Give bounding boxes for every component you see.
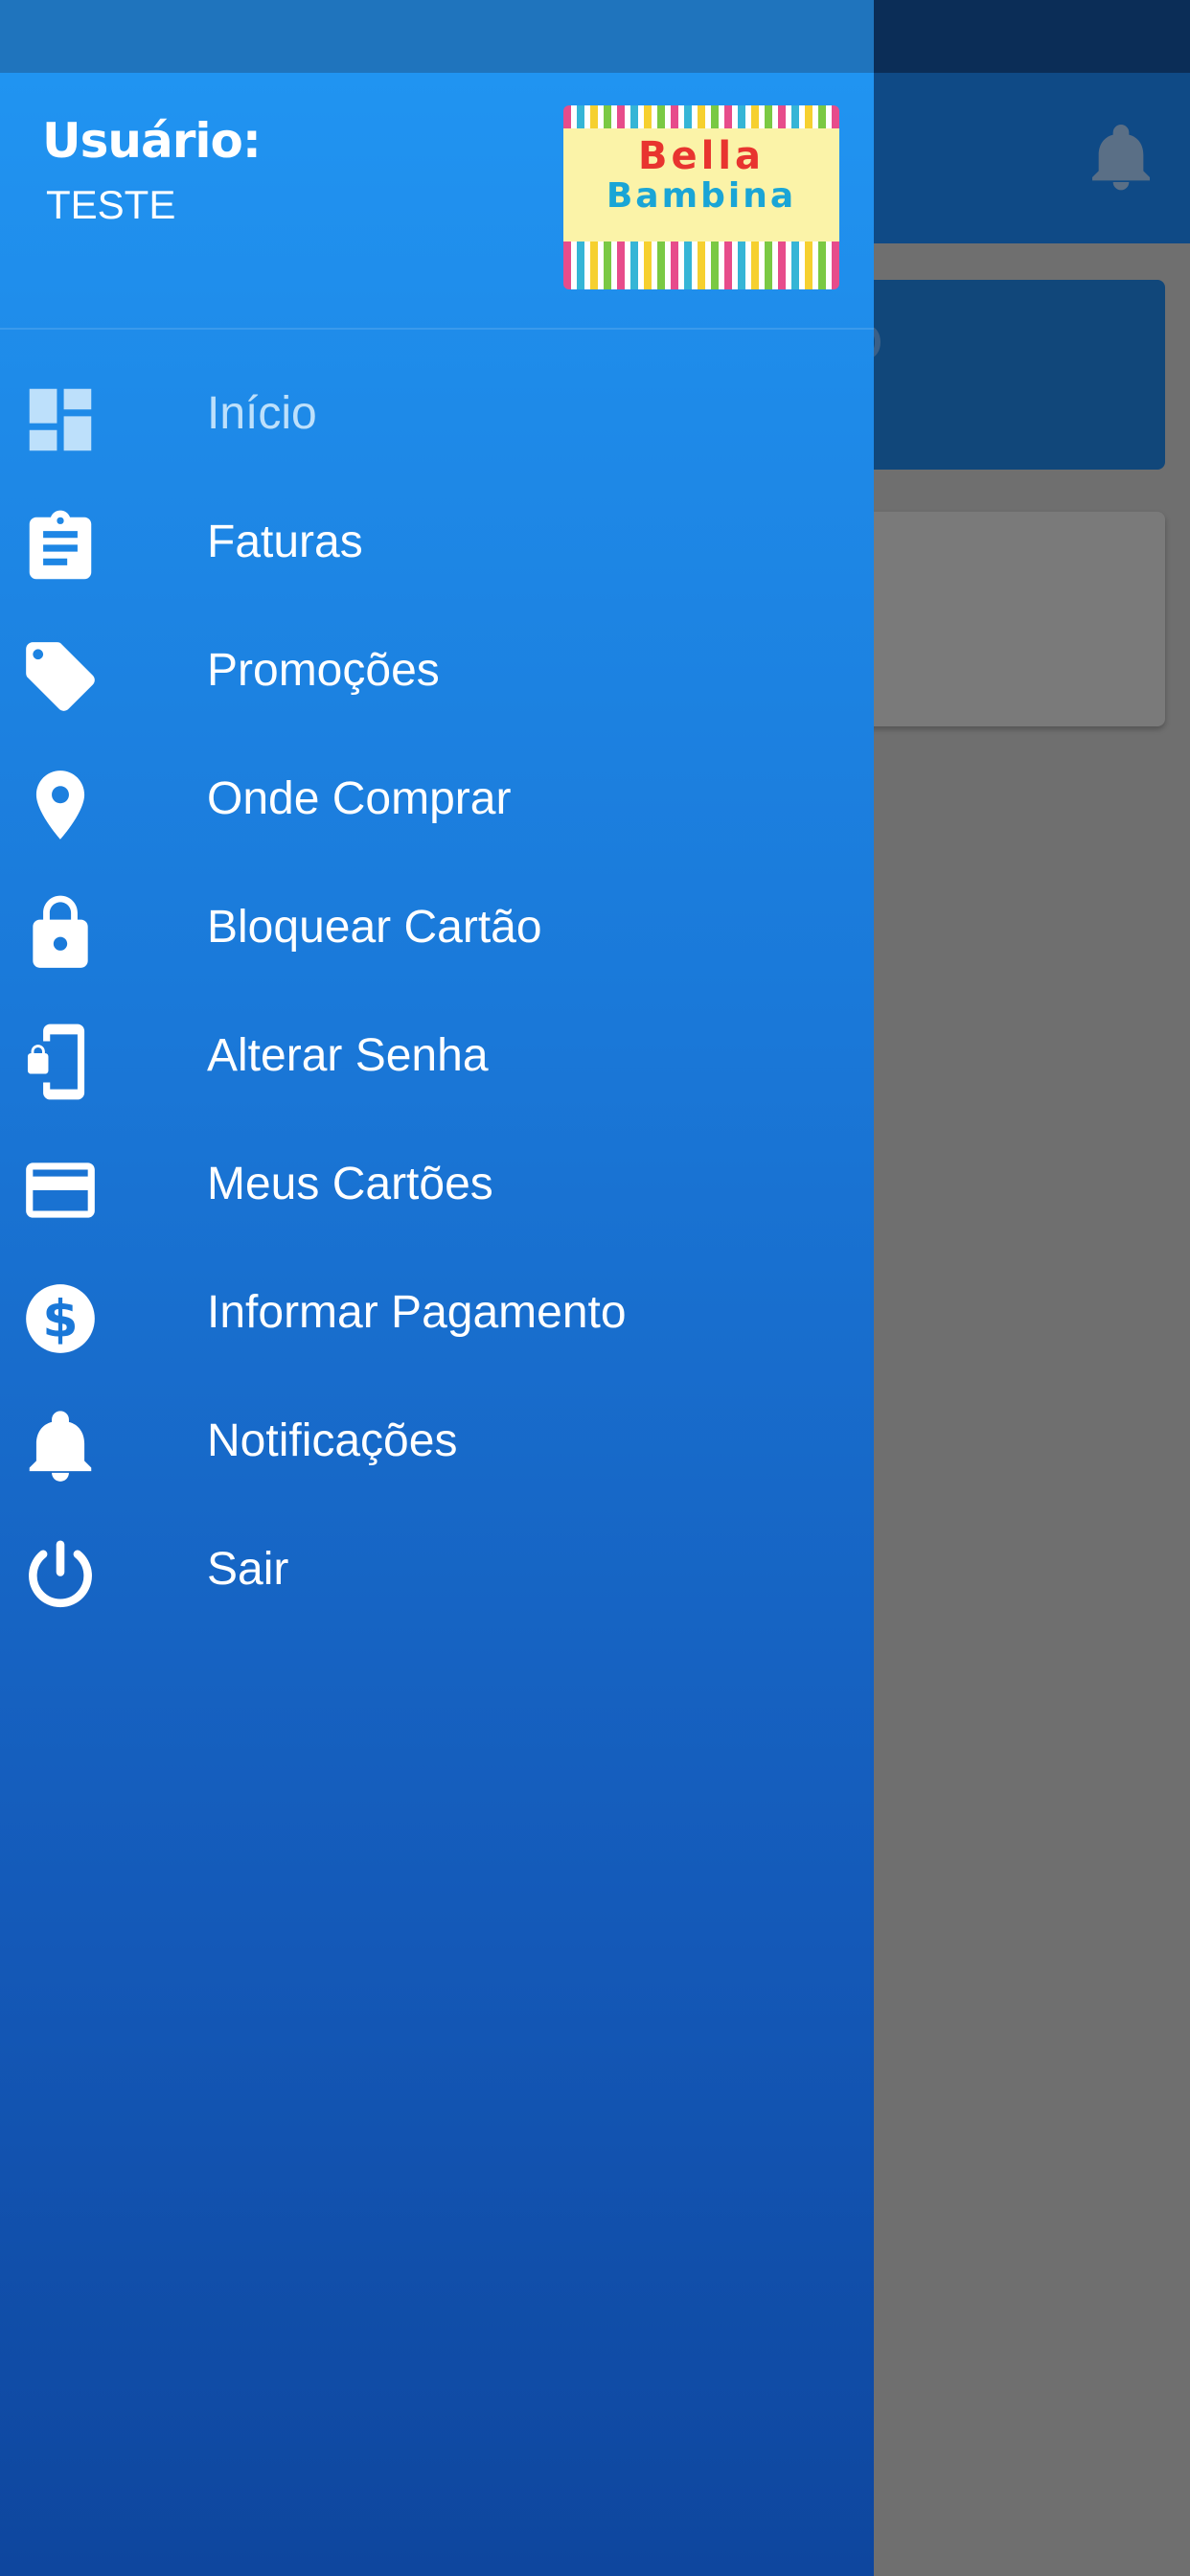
menu-item-notificacoes[interactable]: Notificações — [0, 1380, 874, 1508]
menu-item-label: Alterar Senha — [207, 1030, 489, 1081]
dashboard-icon — [29, 388, 92, 451]
menu-item-label: Notificações — [207, 1415, 458, 1466]
menu-item-label: Início — [207, 388, 317, 439]
navigation-drawer: Usuário: TESTE Bella Bambina Início Fatu… — [0, 0, 874, 2576]
menu-item-meus-cartoes[interactable]: Meus Cartões — [0, 1123, 874, 1252]
user-label: Usuário: — [42, 113, 262, 169]
bell-icon[interactable] — [1083, 115, 1159, 201]
info-card — [824, 512, 1165, 726]
menu-item-label: Onde Comprar — [207, 773, 512, 824]
drawer-menu: Início Faturas Promoções Onde Comprar Bl — [0, 353, 874, 1637]
menu-item-promocoes[interactable]: Promoções — [0, 610, 874, 738]
menu-item-informar-pagamento[interactable]: $ Informar Pagamento — [0, 1252, 874, 1380]
menu-item-inicio[interactable]: Início — [0, 353, 874, 481]
dollar-icon: $ — [26, 1284, 95, 1353]
menu-item-bloquear-cartao[interactable]: Bloquear Cartão — [0, 866, 874, 995]
bell-icon — [29, 1411, 92, 1482]
menu-item-label: Promoções — [207, 645, 440, 696]
power-icon — [29, 1540, 92, 1608]
credit-card-icon — [26, 1162, 95, 1218]
phone-lock-icon — [27, 1024, 85, 1100]
clipboard-icon — [29, 510, 92, 580]
logo-line-1: Bella — [637, 134, 766, 178]
menu-item-alterar-senha[interactable]: Alterar Senha — [0, 995, 874, 1123]
lock-icon — [33, 895, 88, 968]
tag-icon — [26, 642, 95, 711]
menu-item-onde-comprar[interactable]: Onde Comprar — [0, 738, 874, 866]
menu-item-faturas[interactable]: Faturas — [0, 481, 874, 610]
menu-item-label: Sair — [207, 1544, 289, 1595]
drawer-header: Usuário: TESTE Bella Bambina — [0, 73, 874, 330]
logo-line-2: Bambina — [606, 176, 797, 216]
menu-item-sair[interactable]: Sair — [0, 1508, 874, 1637]
drawer-status-bar — [0, 0, 874, 73]
menu-item-label: Bloquear Cartão — [207, 902, 542, 953]
menu-item-label: Informar Pagamento — [207, 1287, 627, 1338]
location-pin-icon — [35, 770, 85, 840]
summary-card — [824, 280, 1165, 470]
brand-logo: Bella Bambina — [563, 105, 839, 289]
menu-item-label: Meus Cartões — [207, 1159, 493, 1209]
menu-item-label: Faturas — [207, 517, 363, 567]
user-name: TESTE — [46, 182, 176, 227]
svg-text:$: $ — [42, 1289, 78, 1349]
